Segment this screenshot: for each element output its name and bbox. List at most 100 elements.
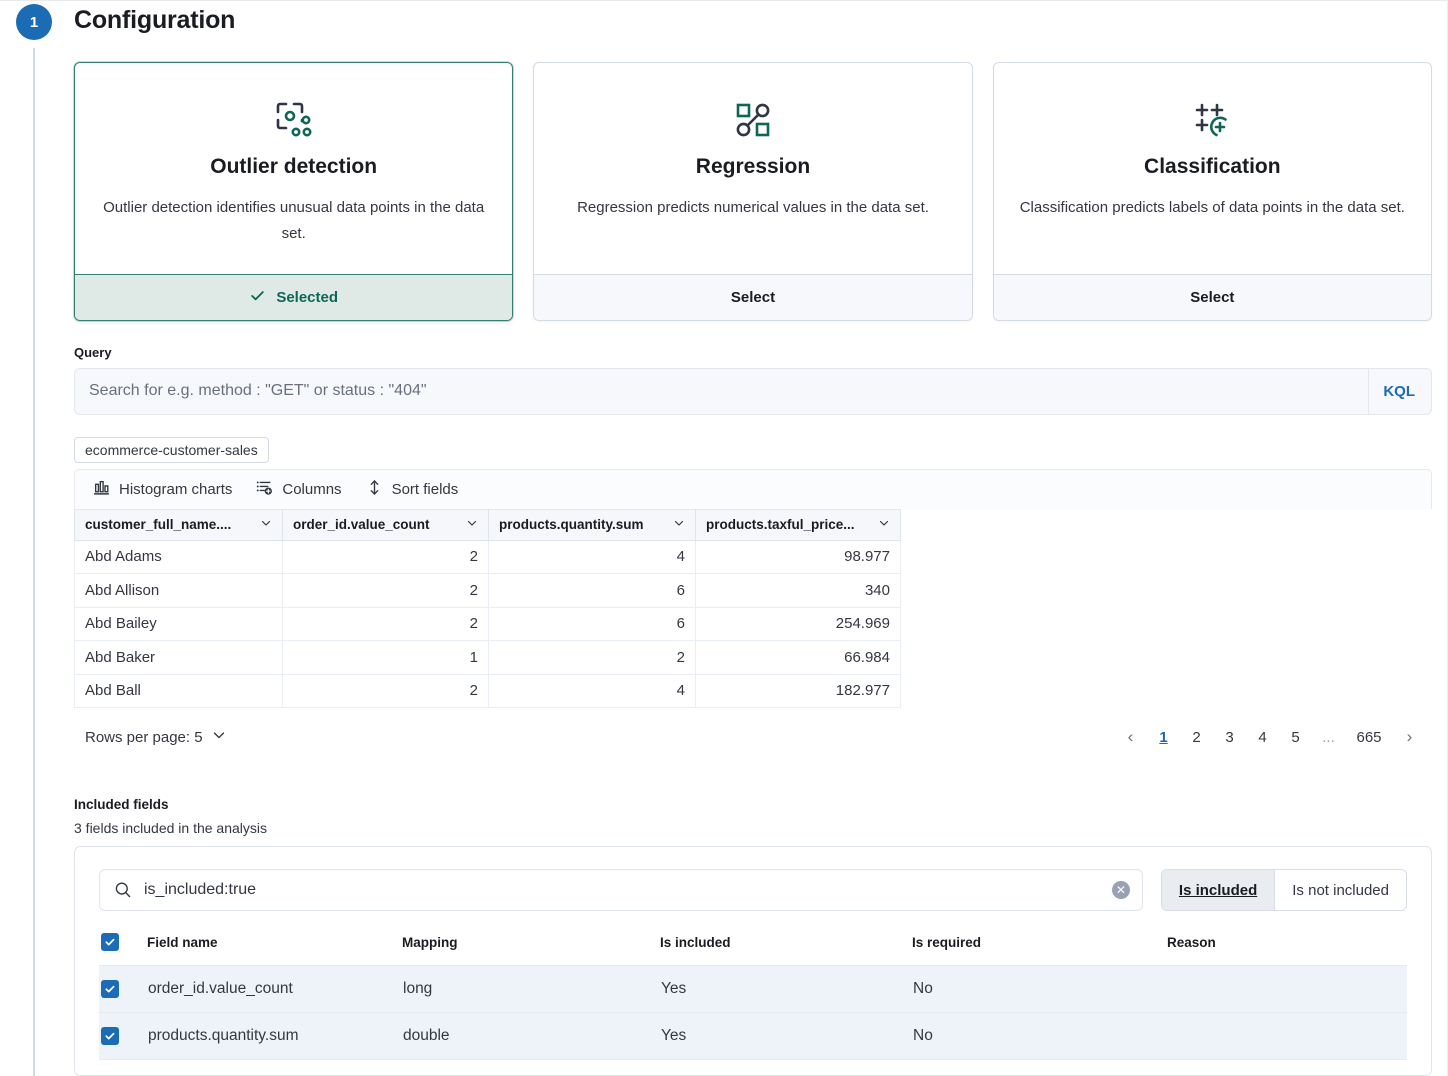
cell-order-id-value-count: 2 — [283, 540, 489, 574]
columns-button[interactable]: Columns — [256, 479, 341, 500]
next-page-button[interactable]: › — [1393, 727, 1426, 747]
row-checkbox[interactable] — [101, 1027, 119, 1045]
cell-mapping: long — [402, 966, 660, 1013]
fields-column-reason[interactable]: Reason — [1167, 933, 1407, 966]
cell-is-included: Yes — [660, 1013, 912, 1060]
data-grid-header-row: customer_full_name.... order_id.value_co… — [75, 509, 901, 540]
cell-products-taxful-price: 66.984 — [696, 641, 901, 675]
chevron-down-icon[interactable] — [878, 517, 890, 532]
page-button-3[interactable]: 3 — [1213, 729, 1246, 746]
configuration-page: 1 Configuration — [0, 0, 1448, 1076]
fields-search-box[interactable]: is_included:true ✕ — [99, 869, 1143, 911]
column-header-order-id-value-count[interactable]: order_id.value_count — [283, 509, 489, 540]
job-type-card-outlier-detection[interactable]: Outlier detection Outlier detection iden… — [74, 62, 513, 321]
column-header-products-quantity-sum[interactable]: products.quantity.sum — [489, 509, 696, 540]
page-button-1[interactable]: 1 — [1147, 729, 1180, 746]
filter-is-included-button[interactable]: Is included — [1162, 870, 1274, 910]
page-button-4[interactable]: 4 — [1246, 729, 1279, 746]
row-checkbox-cell — [99, 1013, 147, 1060]
fields-column-field-name[interactable]: Field name — [147, 933, 402, 966]
page-button-5[interactable]: 5 — [1279, 729, 1312, 746]
select-classification-button[interactable]: Select — [994, 274, 1431, 320]
top-divider — [0, 0, 1448, 1]
column-header-customer-full-name[interactable]: customer_full_name.... — [75, 509, 283, 540]
cell-customer-full-name: Abd Allison — [75, 574, 283, 608]
column-header-products-taxful-price[interactable]: products.taxful_price... — [696, 509, 901, 540]
select-regression-button[interactable]: Select — [534, 274, 971, 320]
card-description: Outlier detection identifies unusual dat… — [101, 195, 486, 248]
histogram-charts-label: Histogram charts — [119, 481, 232, 498]
chevron-down-icon[interactable] — [466, 517, 478, 532]
previous-page-button[interactable]: ‹ — [1114, 727, 1147, 747]
table-row[interactable]: Abd Allison 2 6 340 — [75, 574, 901, 608]
column-header-label: order_id.value_count — [293, 517, 430, 532]
cell-products-taxful-price: 182.977 — [696, 674, 901, 708]
cell-order-id-value-count: 2 — [283, 607, 489, 641]
page-number-list: ‹ 1 2 3 4 5 ... 665 › — [1114, 727, 1426, 747]
select-all-fields-checkbox-cell — [99, 933, 147, 966]
clear-search-icon[interactable]: ✕ — [1112, 881, 1130, 899]
index-pattern-pill[interactable]: ecommerce-customer-sales — [74, 437, 269, 463]
table-row[interactable]: Abd Baker 1 2 66.984 — [75, 641, 901, 675]
select-all-checkbox[interactable] — [101, 933, 119, 951]
page-button-last[interactable]: 665 — [1345, 729, 1393, 746]
search-icon — [114, 881, 132, 899]
cell-field-name: order_id.value_count — [147, 966, 402, 1013]
cell-products-quantity-sum: 4 — [489, 674, 696, 708]
card-title: Regression — [560, 155, 945, 179]
histogram-charts-button[interactable]: Histogram charts — [93, 479, 232, 500]
row-checkbox[interactable] — [101, 980, 119, 998]
query-language-button[interactable]: KQL — [1368, 369, 1431, 414]
chevron-down-icon[interactable] — [260, 517, 272, 532]
page-ellipsis: ... — [1312, 729, 1345, 746]
cell-products-quantity-sum: 6 — [489, 607, 696, 641]
table-row[interactable]: order_id.value_count long Yes No — [99, 966, 1407, 1013]
cell-customer-full-name: Abd Baker — [75, 641, 283, 675]
fields-search-input[interactable]: is_included:true — [144, 881, 256, 899]
card-body: Classification Classification predicts l… — [994, 63, 1431, 274]
check-icon — [249, 287, 266, 308]
select-outlier-detection-button[interactable]: Selected — [75, 274, 512, 320]
cell-reason — [1167, 1013, 1407, 1060]
cell-products-quantity-sum: 6 — [489, 574, 696, 608]
chevron-down-icon — [212, 728, 226, 746]
query-label: Query — [74, 345, 1432, 360]
table-row[interactable]: Abd Bailey 2 6 254.969 — [75, 607, 901, 641]
table-row[interactable]: Abd Ball 2 4 182.977 — [75, 674, 901, 708]
classification-icon — [1020, 93, 1405, 147]
fields-column-is-required[interactable]: Is required — [912, 933, 1167, 966]
fields-filter-row: is_included:true ✕ Is included Is not in… — [99, 869, 1407, 911]
card-title: Classification — [1020, 155, 1405, 179]
table-row[interactable]: products.quantity.sum double Yes No — [99, 1013, 1407, 1060]
data-grid-toolbar: Histogram charts Columns — [74, 469, 1432, 509]
query-bar[interactable]: Search for e.g. method : "GET" or status… — [74, 368, 1432, 415]
chevron-down-icon[interactable] — [673, 517, 685, 532]
query-input[interactable]: Search for e.g. method : "GET" or status… — [89, 382, 427, 400]
select-button-label: Select — [1190, 289, 1234, 306]
cell-order-id-value-count: 2 — [283, 674, 489, 708]
fields-column-is-included[interactable]: Is included — [660, 933, 912, 966]
cell-customer-full-name: Abd Bailey — [75, 607, 283, 641]
columns-label: Columns — [282, 481, 341, 498]
pagination: Rows per page: 5 ‹ 1 2 3 4 5 ... 665 › — [74, 715, 1432, 759]
step-rail — [33, 48, 35, 1076]
cell-is-required: No — [912, 1013, 1167, 1060]
job-type-card-classification[interactable]: Classification Classification predicts l… — [993, 62, 1432, 321]
select-button-label: Selected — [276, 289, 338, 306]
column-header-label: customer_full_name.... — [85, 517, 231, 532]
outlier-detection-icon — [101, 93, 486, 147]
rows-per-page-select[interactable]: Rows per page: 5 — [74, 728, 226, 746]
table-row[interactable]: Abd Adams 2 4 98.977 — [75, 540, 901, 574]
sort-fields-label: Sort fields — [392, 481, 459, 498]
filter-is-not-included-button[interactable]: Is not included — [1275, 870, 1406, 910]
cell-customer-full-name: Abd Ball — [75, 674, 283, 708]
job-type-card-regression[interactable]: Regression Regression predicts numerical… — [533, 62, 972, 321]
inclusion-filter-toggle-group: Is included Is not included — [1161, 869, 1407, 911]
page-title: Configuration — [74, 6, 235, 35]
fields-column-mapping[interactable]: Mapping — [402, 933, 660, 966]
step-number-badge: 1 — [16, 4, 52, 40]
page-button-2[interactable]: 2 — [1180, 729, 1213, 746]
sort-fields-button[interactable]: Sort fields — [366, 479, 459, 500]
included-fields-title: Included fields — [74, 797, 1432, 812]
cell-order-id-value-count: 2 — [283, 574, 489, 608]
